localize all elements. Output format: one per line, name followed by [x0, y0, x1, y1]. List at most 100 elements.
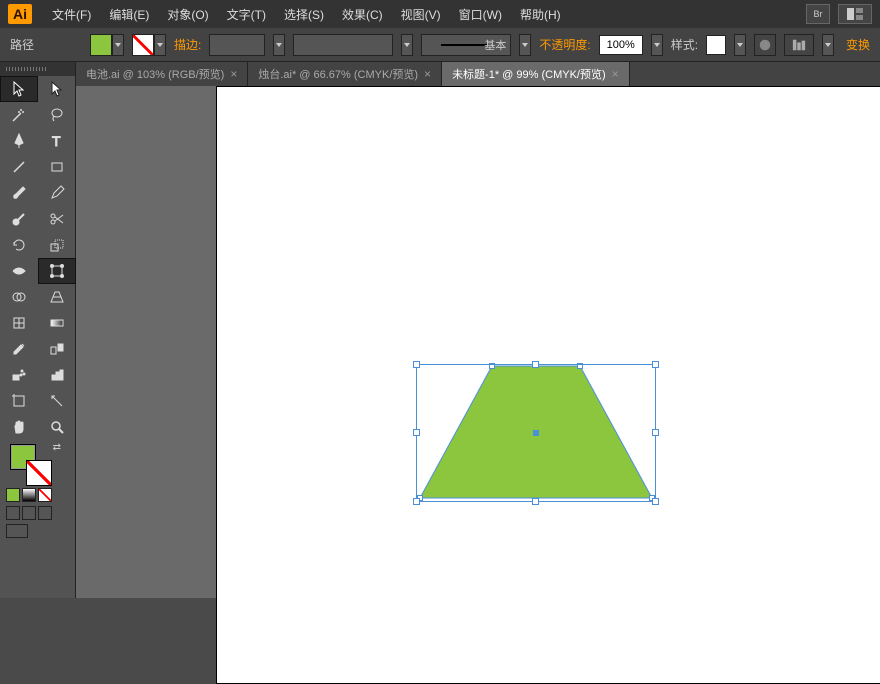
scale-tool[interactable]: [38, 232, 76, 258]
align-dropdown[interactable]: [822, 34, 834, 56]
resize-handle[interactable]: [652, 498, 659, 505]
screen-mode-row: [0, 522, 75, 540]
screen-mode-button[interactable]: [6, 524, 28, 538]
symbol-sprayer-tool[interactable]: [0, 362, 38, 388]
artboard-tool[interactable]: [0, 388, 38, 414]
document-tab-label: 未标题-1* @ 99% (CMYK/预览): [452, 66, 606, 82]
color-mode-solid[interactable]: [6, 488, 20, 502]
slice-tool[interactable]: [38, 388, 76, 414]
stroke-label[interactable]: 描边:: [174, 36, 201, 53]
selection-bounding-box: [416, 364, 656, 502]
color-mode-row: [0, 486, 75, 504]
menu-type[interactable]: 文字(T): [219, 2, 274, 27]
color-mode-none[interactable]: [38, 488, 52, 502]
brush-dropdown[interactable]: [519, 34, 531, 56]
pen-tool[interactable]: [0, 128, 38, 154]
width-tool[interactable]: [0, 258, 38, 284]
draw-behind[interactable]: [22, 506, 36, 520]
stroke-profile-field[interactable]: [293, 34, 393, 56]
selection-type-label: 路径: [10, 36, 34, 53]
document-tab[interactable]: 电池.ai @ 103% (RGB/预览) ×: [76, 62, 248, 86]
brush-field[interactable]: 基本: [421, 34, 511, 56]
lasso-tool[interactable]: [38, 102, 76, 128]
resize-handle[interactable]: [413, 429, 420, 436]
perspective-tool[interactable]: [38, 284, 76, 310]
stroke-weight-dropdown[interactable]: [273, 34, 285, 56]
fill-swatch[interactable]: [90, 34, 112, 56]
document-tab-label: 电池.ai @ 103% (RGB/预览): [86, 66, 224, 82]
free-transform-tool[interactable]: [38, 258, 76, 284]
resize-handle[interactable]: [532, 498, 539, 505]
opacity-label[interactable]: 不透明度:: [539, 36, 590, 53]
arrange-documents-button[interactable]: [838, 4, 872, 24]
app-logo: Ai: [8, 4, 32, 24]
eyedropper-tool[interactable]: [0, 336, 38, 362]
brush-name: 基本: [484, 37, 506, 53]
stroke-weight-input[interactable]: [214, 39, 260, 51]
magic-wand-tool[interactable]: [0, 102, 38, 128]
close-icon[interactable]: ×: [424, 67, 431, 81]
blob-brush-tool[interactable]: [0, 206, 38, 232]
opacity-input[interactable]: [599, 35, 643, 55]
line-tool[interactable]: [0, 154, 38, 180]
menu-window[interactable]: 窗口(W): [451, 2, 510, 27]
gradient-tool[interactable]: [38, 310, 76, 336]
bridge-button[interactable]: Br: [806, 4, 830, 24]
menu-file[interactable]: 文件(F): [44, 2, 99, 27]
opacity-dropdown[interactable]: [651, 34, 663, 56]
recolor-button[interactable]: [754, 34, 776, 56]
scissors-tool[interactable]: [38, 206, 76, 232]
pencil-tool[interactable]: [38, 180, 76, 206]
menu-bar: Ai 文件(F) 编辑(E) 对象(O) 文字(T) 选择(S) 效果(C) 视…: [0, 0, 880, 28]
menu-effect[interactable]: 效果(C): [334, 2, 391, 27]
type-tool[interactable]: T: [38, 128, 76, 154]
direct-selection-tool[interactable]: [38, 76, 76, 102]
menu-view[interactable]: 视图(V): [393, 2, 449, 27]
document-tab[interactable]: 未标题-1* @ 99% (CMYK/预览) ×: [442, 62, 630, 86]
transform-link[interactable]: 变换: [846, 36, 870, 53]
stroke-swatch[interactable]: [132, 34, 154, 56]
rotate-tool[interactable]: [0, 232, 38, 258]
resize-handle[interactable]: [413, 498, 420, 505]
foreground-stroke-swatch[interactable]: [26, 460, 52, 486]
close-icon[interactable]: ×: [230, 67, 237, 81]
document-tab-bar: 电池.ai @ 103% (RGB/预览) × 烛台.ai* @ 66.67% …: [76, 62, 880, 86]
column-graph-tool[interactable]: [38, 362, 76, 388]
draw-normal[interactable]: [6, 506, 20, 520]
menu-object[interactable]: 对象(O): [159, 2, 216, 27]
selection-tool[interactable]: [0, 76, 38, 102]
color-mode-gradient[interactable]: [22, 488, 36, 502]
stroke-weight-field[interactable]: [209, 34, 265, 56]
toolbox-grip[interactable]: [0, 62, 75, 76]
style-dropdown[interactable]: [734, 34, 746, 56]
menu-help[interactable]: 帮助(H): [512, 2, 569, 27]
resize-handle[interactable]: [652, 361, 659, 368]
options-bar: 路径 描边: 基本 不透明度: 样式: 变换: [0, 28, 880, 62]
resize-handle[interactable]: [652, 429, 659, 436]
mesh-tool[interactable]: [0, 310, 38, 336]
style-swatch[interactable]: [706, 35, 726, 55]
rectangle-tool[interactable]: [38, 154, 76, 180]
draw-inside[interactable]: [38, 506, 52, 520]
align-button[interactable]: [784, 34, 814, 56]
fill-dropdown[interactable]: [112, 34, 124, 56]
stroke-dropdown[interactable]: [154, 34, 166, 56]
document-tab[interactable]: 烛台.ai* @ 66.67% (CMYK/预览) ×: [248, 62, 442, 86]
fill-stroke-controls: ⇄: [0, 440, 75, 486]
stroke-profile-dropdown[interactable]: [401, 34, 413, 56]
menu-edit[interactable]: 编辑(E): [101, 2, 157, 27]
canvas-area[interactable]: [76, 86, 880, 598]
shape-builder-tool[interactable]: [0, 284, 38, 310]
close-icon[interactable]: ×: [612, 67, 619, 81]
menu-select[interactable]: 选择(S): [276, 2, 332, 27]
resize-handle[interactable]: [413, 361, 420, 368]
swap-fill-stroke-icon[interactable]: ⇄: [53, 442, 61, 453]
toolbox: T ⇄: [0, 62, 76, 598]
hand-tool[interactable]: [0, 414, 38, 440]
svg-text:T: T: [52, 133, 61, 149]
zoom-tool[interactable]: [38, 414, 76, 440]
paintbrush-tool[interactable]: [0, 180, 38, 206]
resize-handle[interactable]: [532, 361, 539, 368]
selection-center-icon: [533, 430, 539, 436]
blend-tool[interactable]: [38, 336, 76, 362]
